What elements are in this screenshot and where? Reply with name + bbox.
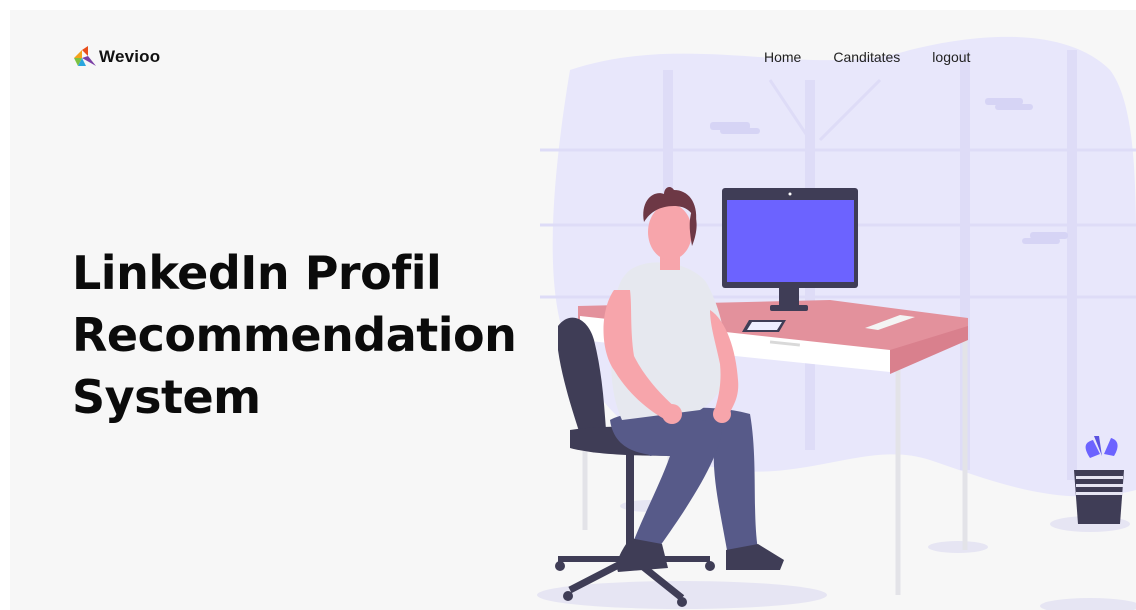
- monitor-screen: [727, 200, 854, 282]
- top-nav: Home Canditates logout: [764, 49, 1002, 65]
- nav-logout-link[interactable]: logout: [932, 49, 970, 65]
- hero-title-line: System: [72, 370, 261, 424]
- hero-title-line: Recommendation: [72, 308, 517, 362]
- brand[interactable]: Wevioo: [74, 46, 160, 68]
- hero-title-line: LinkedIn Profil: [72, 246, 442, 300]
- page: Wevioo Home Canditates logout LinkedIn P…: [10, 10, 1136, 610]
- nav-candidates-link[interactable]: Canditates: [833, 49, 900, 65]
- hero-title: LinkedIn Profil Recommendation System: [72, 242, 542, 428]
- brand-name: Wevioo: [99, 47, 161, 66]
- wevioo-logo-icon: [74, 46, 96, 66]
- nav-home-link[interactable]: Home: [764, 49, 801, 65]
